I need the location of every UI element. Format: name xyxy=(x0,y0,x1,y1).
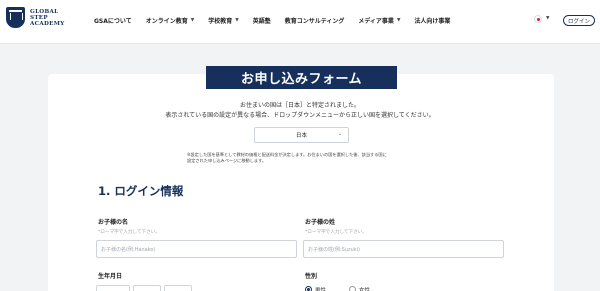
main-nav: GSAについて オンライン教育 ▼ 学校教育 ▼ 英語塾 教育コンサルティング メデ… xyxy=(94,16,464,25)
nav-item-school[interactable]: 学校教育 ▼ xyxy=(208,16,238,25)
nav-label: GSAについて xyxy=(94,18,132,25)
academy-crest-icon xyxy=(6,7,25,28)
nav-item-consulting[interactable]: 教育コンサルティング xyxy=(285,16,345,25)
first-name-hint: *ローマ字で入力して下さい。 xyxy=(98,230,160,235)
japan-flag-icon[interactable] xyxy=(534,15,542,23)
login-button[interactable]: ログイン xyxy=(563,15,595,26)
country-select-value: 日本 xyxy=(295,133,307,139)
country-instruction: 表示されている国の設定が異なる場合、ドロップダウンメニューから正しい国を選択して… xyxy=(165,112,435,119)
nav-label: 法人向け事業 xyxy=(414,18,451,25)
brand-name: GLOBAL STEP ACADEMY xyxy=(30,9,65,27)
gender-radio-female[interactable] xyxy=(349,286,356,291)
gender-radio-male[interactable] xyxy=(305,286,312,291)
nav-item-media[interactable]: メディア事業 ▼ xyxy=(358,16,400,25)
gender-label: 性別 xyxy=(305,273,318,280)
pricing-note-line-1: ※設定した国を基準として教材の価格と配送料金が決定します。お住まいの国を選択した… xyxy=(187,152,387,157)
chevron-down-icon: ▼ xyxy=(396,18,401,23)
nav-label: 英語塾 xyxy=(252,18,271,25)
nav-item-online[interactable]: オンライン教育 ▼ xyxy=(146,16,194,25)
nav-label: オンライン教育 xyxy=(145,18,188,25)
nav-label: 学校教育 xyxy=(208,18,233,25)
last-name-label: お子様の姓 xyxy=(305,219,336,226)
pricing-note-line-2: 設定された申し込みページに移動します。 xyxy=(187,158,267,163)
chevron-down-icon: ▼ xyxy=(235,18,239,23)
top-header: GLOBAL STEP ACADEMY GSAについて オンライン教育 ▼ 学校教… xyxy=(0,0,600,44)
last-name-input[interactable]: お子様の姓(例:Suzuki) xyxy=(303,240,504,258)
gender-option-female[interactable]: 女性 xyxy=(359,286,370,291)
chevron-down-icon: ▼ xyxy=(190,18,195,23)
chevron-down-icon[interactable]: ▼ xyxy=(546,16,549,21)
nav-item-about[interactable]: GSAについて xyxy=(94,16,132,25)
first-name-input[interactable]: お子様の名(例:Hanako) xyxy=(96,240,297,258)
birthdate-label: 生年月日 xyxy=(98,273,123,280)
country-notice: お住まいの国は［日本］と特定されました。 xyxy=(239,102,360,109)
chevron-down-icon: ⌄ xyxy=(337,131,342,137)
birth-day-select[interactable] xyxy=(164,285,192,291)
brand-line-3: ACADEMY xyxy=(30,20,65,27)
pricing-note: ※設定した国を基準として教材の価格と配送料金が決定します。お住まいの国を選択した… xyxy=(187,152,427,164)
nav-label: 教育コンサルティング xyxy=(284,18,345,25)
brand-logo[interactable]: GLOBAL STEP ACADEMY xyxy=(6,7,65,28)
last-name-hint: *ローマ字で入力して下さい。 xyxy=(305,230,367,235)
form-title: お申し込みフォーム xyxy=(206,66,397,89)
nav-item-corporate[interactable]: 法人向け事業 xyxy=(414,16,450,25)
first-name-label: お子様の名 xyxy=(98,219,129,226)
gender-option-male[interactable]: 男性 xyxy=(315,286,326,291)
country-select[interactable]: 日本 ⌄ xyxy=(254,127,349,143)
birth-month-select[interactable] xyxy=(133,285,161,291)
nav-item-english-school[interactable]: 英語塾 xyxy=(253,16,271,25)
nav-label: メディア事業 xyxy=(358,18,394,25)
section-title-login: 1. ログイン情報 xyxy=(98,184,184,198)
birth-year-select[interactable] xyxy=(96,285,130,291)
